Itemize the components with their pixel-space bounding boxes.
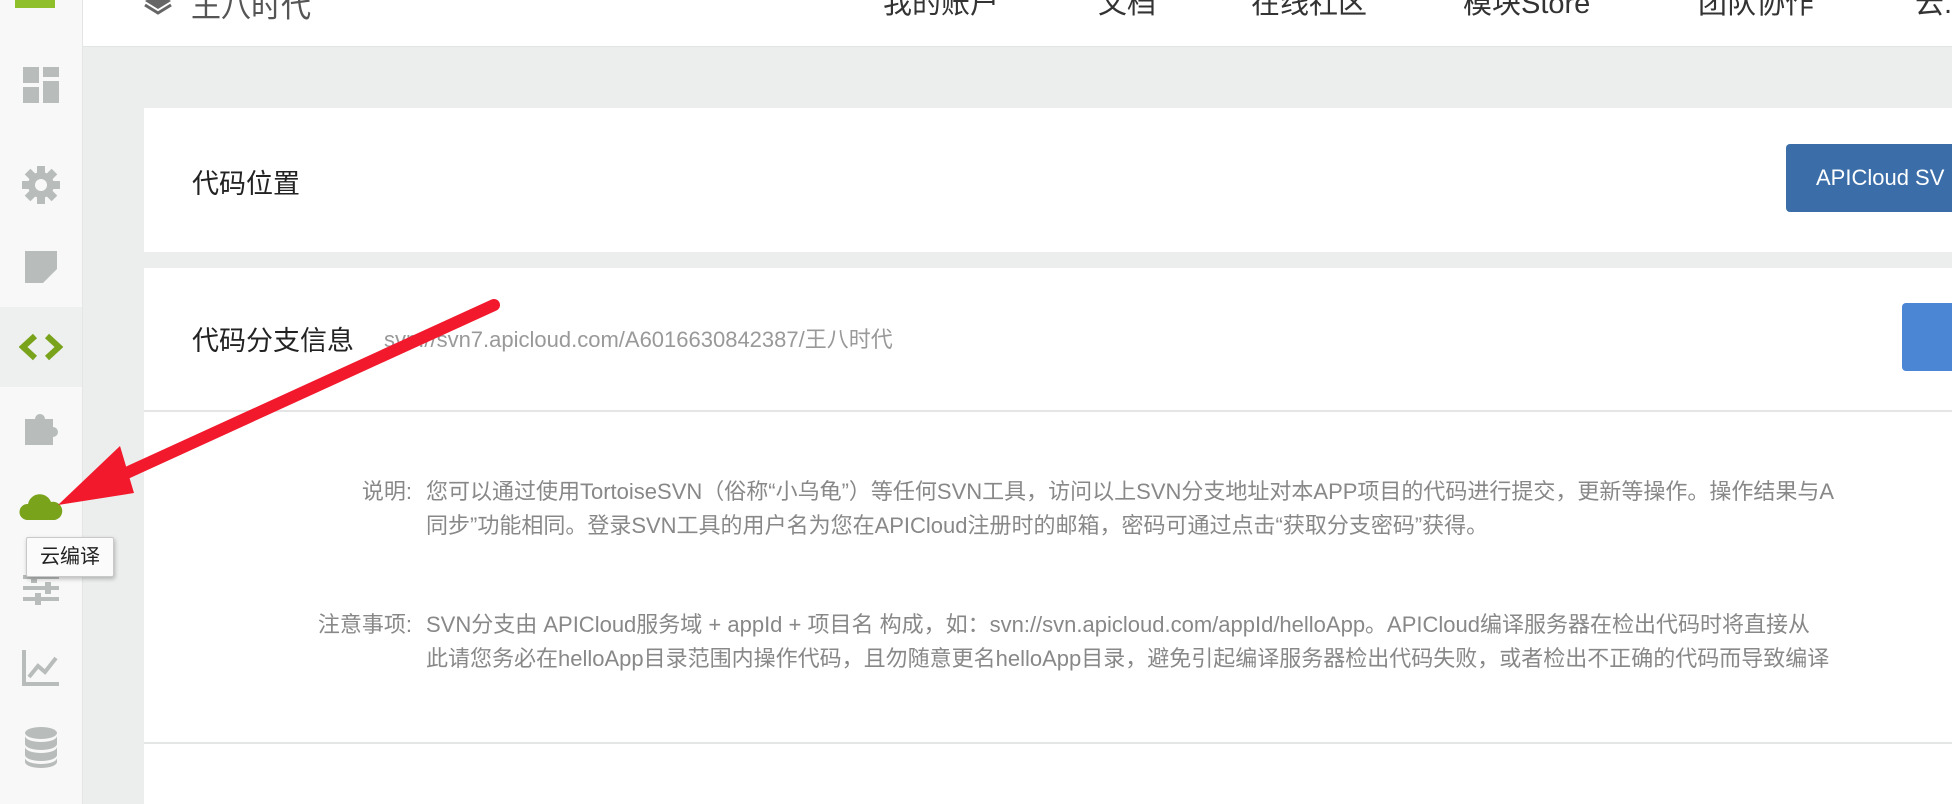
sidebar-item-plugins[interactable] <box>0 387 82 467</box>
sidebar-item-statistics[interactable] <box>0 627 82 707</box>
top-header: 王八时代 我的账户 文档 在线社区 模块Store 团队协作 云... <box>83 0 1952 47</box>
caution-line-1: SVN分支由 APICloud服务域 + appId + 项目名 构成，如：sv… <box>426 612 1810 637</box>
nav-team[interactable]: 团队协作 <box>1698 0 1814 24</box>
database-icon <box>25 727 57 768</box>
explain-line-1: 您可以通过使用TortoiseSVN（俗称“小乌龟”）等任何SVN工具，访问以上… <box>426 479 1835 504</box>
sidebar-tooltip: 云编译 <box>26 537 114 577</box>
sidebar-accent <box>15 0 55 8</box>
sidebar-item-code[interactable] <box>0 307 82 387</box>
settings-gear-icon <box>22 166 60 204</box>
dashboard-icon <box>23 67 59 103</box>
section-divider <box>144 410 1952 412</box>
top-nav: 我的账户 文档 在线社区 模块Store 团队协作 云... <box>83 0 1952 24</box>
sidebar-item-settings[interactable] <box>0 145 82 225</box>
explain-line-2: 同步”功能相同。登录SVN工具的用户名为您在APICloud注册时的邮箱，密码可… <box>426 513 1489 538</box>
nav-module-store[interactable]: 模块Store <box>1463 0 1590 24</box>
code-icon <box>19 333 63 361</box>
cloud-icon <box>19 494 63 520</box>
svn-branch-url[interactable]: svn://svn7.apicloud.com/A6016630842387/王… <box>384 322 893 354</box>
sidebar-item-cloud-compile[interactable] <box>0 467 82 547</box>
get-branch-password-button[interactable] <box>1902 303 1952 371</box>
chart-icon <box>22 650 59 686</box>
apicloud-svn-button[interactable]: APICloud SV <box>1786 144 1952 212</box>
sidebar-item-database[interactable] <box>0 707 82 787</box>
sidebar-item-dashboard[interactable] <box>0 45 82 125</box>
note-icon <box>25 251 57 283</box>
sidebar-item-notes[interactable] <box>0 227 82 307</box>
nav-community[interactable]: 在线社区 <box>1251 0 1367 24</box>
plugin-puzzle-icon <box>25 414 58 445</box>
caution-line-2: 此请您务必在helloApp目录范围内操作代码，且勿随意更名helloApp目录… <box>426 646 1830 671</box>
bottom-divider <box>144 742 1952 744</box>
nav-docs[interactable]: 文档 <box>1098 0 1156 24</box>
explain-label: 说明: <box>361 479 412 504</box>
caution-label: 注意事项: <box>317 612 412 637</box>
code-location-title: 代码位置 <box>192 169 300 199</box>
branch-info-card: 代码分支信息 svn://svn7.apicloud.com/A60166308… <box>144 268 1952 804</box>
branch-info-title: 代码分支信息 <box>192 326 354 356</box>
sidebar <box>0 0 83 804</box>
nav-my-account[interactable]: 我的账户 <box>883 0 999 24</box>
nav-cloud[interactable]: 云... <box>1915 0 1952 24</box>
code-location-card: 代码位置 APICloud SV <box>144 108 1952 252</box>
